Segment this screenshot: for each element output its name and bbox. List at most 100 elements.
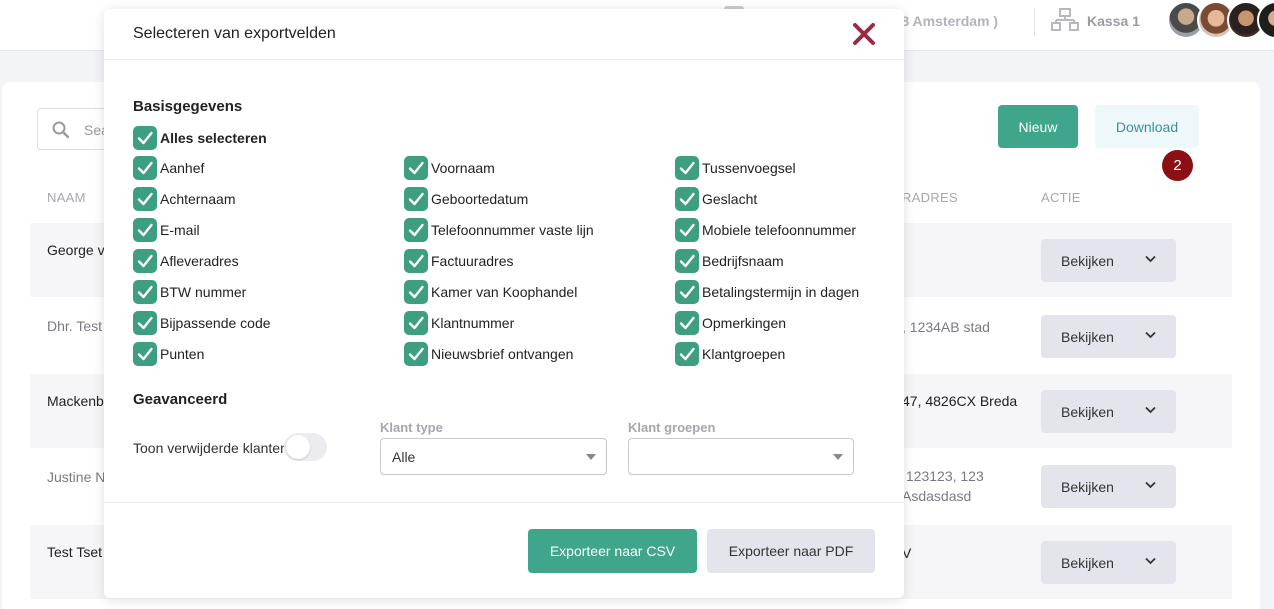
export-field-label: BTW nummer: [160, 284, 247, 300]
footer-divider: [104, 502, 904, 503]
checkmark-icon: [679, 347, 695, 361]
modal-header: Selecteren van exportvelden: [104, 9, 904, 60]
customer-groups-select[interactable]: [628, 438, 854, 475]
export-field-label: Geboortedatum: [431, 191, 529, 207]
show-deleted-toggle[interactable]: [284, 433, 327, 461]
chevron-down-icon: [1145, 331, 1156, 339]
checkbox-checked[interactable]: [404, 342, 428, 366]
checkbox-checked[interactable]: [675, 342, 699, 366]
view-button[interactable]: Bekijken: [1041, 315, 1176, 358]
register-label[interactable]: Kassa 1: [1087, 13, 1140, 29]
export-field-label: Bijpassende code: [160, 315, 271, 331]
checkbox-checked[interactable]: [133, 249, 157, 273]
notification-badge: 2: [1162, 150, 1193, 181]
export-field-label: Betalingstermijn in dagen: [702, 284, 860, 300]
export-field-checkbox[interactable]: Tussenvoegsel: [675, 156, 796, 180]
checkbox-checked[interactable]: [404, 249, 428, 273]
customer-type-select[interactable]: Alle: [380, 438, 607, 475]
export-field-checkbox[interactable]: Geslacht: [675, 187, 757, 211]
checkmark-icon: [408, 192, 424, 206]
export-field-checkbox[interactable]: Mobiele telefoonnummer: [675, 218, 856, 242]
download-button[interactable]: Download: [1095, 105, 1199, 148]
view-button-label: Bekijken: [1061, 403, 1114, 420]
export-field-checkbox[interactable]: BTW nummer: [133, 280, 246, 304]
export-field-checkbox[interactable]: Factuuradres: [404, 249, 513, 273]
export-field-checkbox[interactable]: Kamer van Koophandel: [404, 280, 577, 304]
column-header-name: NAAM: [47, 190, 86, 205]
network-icon: [1051, 8, 1079, 31]
export-field-checkbox[interactable]: Punten: [133, 342, 204, 366]
customer-type-value: Alle: [392, 449, 416, 465]
export-field-label: Achternaam: [160, 191, 236, 207]
export-field-checkbox[interactable]: E-mail: [133, 218, 200, 242]
checkbox-checked[interactable]: [675, 156, 699, 180]
checkbox-checked[interactable]: [133, 156, 157, 180]
checkbox-checked[interactable]: [133, 218, 157, 242]
export-field-checkbox[interactable]: Afleveradres: [133, 249, 239, 273]
checkbox-checked[interactable]: [675, 311, 699, 335]
export-field-label: Afleveradres: [160, 253, 239, 269]
export-field-checkbox[interactable]: Nieuwsbrief ontvangen: [404, 342, 573, 366]
checkbox-checked[interactable]: [404, 156, 428, 180]
caret-down-icon: [833, 454, 843, 460]
export-field-label: Nieuwsbrief ontvangen: [431, 346, 574, 362]
export-field-checkbox[interactable]: Opmerkingen: [675, 311, 786, 335]
export-field-checkbox[interactable]: Klantnummer: [404, 311, 514, 335]
checkbox-checked[interactable]: [675, 187, 699, 211]
close-icon[interactable]: [852, 22, 876, 46]
view-button[interactable]: Bekijken: [1041, 239, 1176, 282]
export-field-label: Bedrijfsnaam: [702, 253, 784, 269]
view-button[interactable]: Bekijken: [1041, 390, 1176, 433]
customer-address: , 1234AB stad: [902, 319, 990, 335]
checkbox-checked[interactable]: [675, 280, 699, 304]
checkmark-icon: [137, 223, 153, 237]
checkmark-icon: [137, 285, 153, 299]
export-field-checkbox[interactable]: Bijpassende code: [133, 311, 271, 335]
caret-down-icon: [586, 454, 596, 460]
checkmark-icon: [679, 285, 695, 299]
export-field-checkbox[interactable]: Achternaam: [133, 187, 235, 211]
export-field-checkbox[interactable]: Aanhef: [133, 156, 204, 180]
export-field-checkbox[interactable]: Geboortedatum: [404, 187, 528, 211]
basic-section-title: Basisgegevens: [133, 98, 243, 115]
export-field-checkbox[interactable]: Klantgroepen: [675, 342, 785, 366]
chevron-down-icon: [1145, 557, 1156, 565]
checkbox-checked[interactable]: [404, 280, 428, 304]
export-field-checkbox[interactable]: Betalingstermijn in dagen: [675, 280, 859, 304]
checkbox-checked[interactable]: [133, 311, 157, 335]
export-field-label: Tussenvoegsel: [702, 160, 796, 176]
checkmark-icon: [679, 192, 695, 206]
new-button[interactable]: Nieuw: [998, 105, 1078, 148]
export-field-label: E-mail: [160, 222, 200, 238]
view-button[interactable]: Bekijken: [1041, 541, 1176, 584]
view-button[interactable]: Bekijken: [1041, 465, 1176, 508]
export-field-checkbox[interactable]: Bedrijfsnaam: [675, 249, 784, 273]
checkmark-icon: [408, 223, 424, 237]
export-pdf-button[interactable]: Exporteer naar PDF: [707, 529, 875, 573]
advanced-section-title: Geavanceerd: [133, 391, 228, 408]
checkmark-icon: [679, 161, 695, 175]
export-field-label: Telefoonnummer vaste lijn: [431, 222, 594, 238]
checkmark-icon: [137, 254, 153, 268]
customer-address: 123123, 123 Asdasdasd: [902, 468, 984, 504]
checkbox-checked[interactable]: [133, 280, 157, 304]
checkbox-checked[interactable]: [404, 187, 428, 211]
checkmark-icon: [137, 316, 153, 330]
checkbox-checked[interactable]: [404, 311, 428, 335]
toggle-knob: [286, 435, 310, 459]
checkbox-checked[interactable]: [133, 126, 157, 150]
select-all-label: Alles selecteren: [160, 130, 267, 146]
column-header-address: RADRES: [902, 190, 958, 205]
export-field-checkbox[interactable]: Telefoonnummer vaste lijn: [404, 218, 594, 242]
checkbox-checked[interactable]: [404, 218, 428, 242]
export-field-checkbox[interactable]: Voornaam: [404, 156, 495, 180]
checkmark-icon: [408, 316, 424, 330]
export-field-label: Mobiele telefoonnummer: [702, 222, 857, 238]
checkbox-checked[interactable]: [675, 249, 699, 273]
user-avatars[interactable]: [1167, 1, 1274, 39]
export-csv-button[interactable]: Exporteer naar CSV: [528, 529, 697, 573]
checkbox-checked[interactable]: [133, 187, 157, 211]
checkbox-checked[interactable]: [675, 218, 699, 242]
select-all-checkbox[interactable]: Alles selecteren: [133, 126, 267, 150]
checkbox-checked[interactable]: [133, 342, 157, 366]
